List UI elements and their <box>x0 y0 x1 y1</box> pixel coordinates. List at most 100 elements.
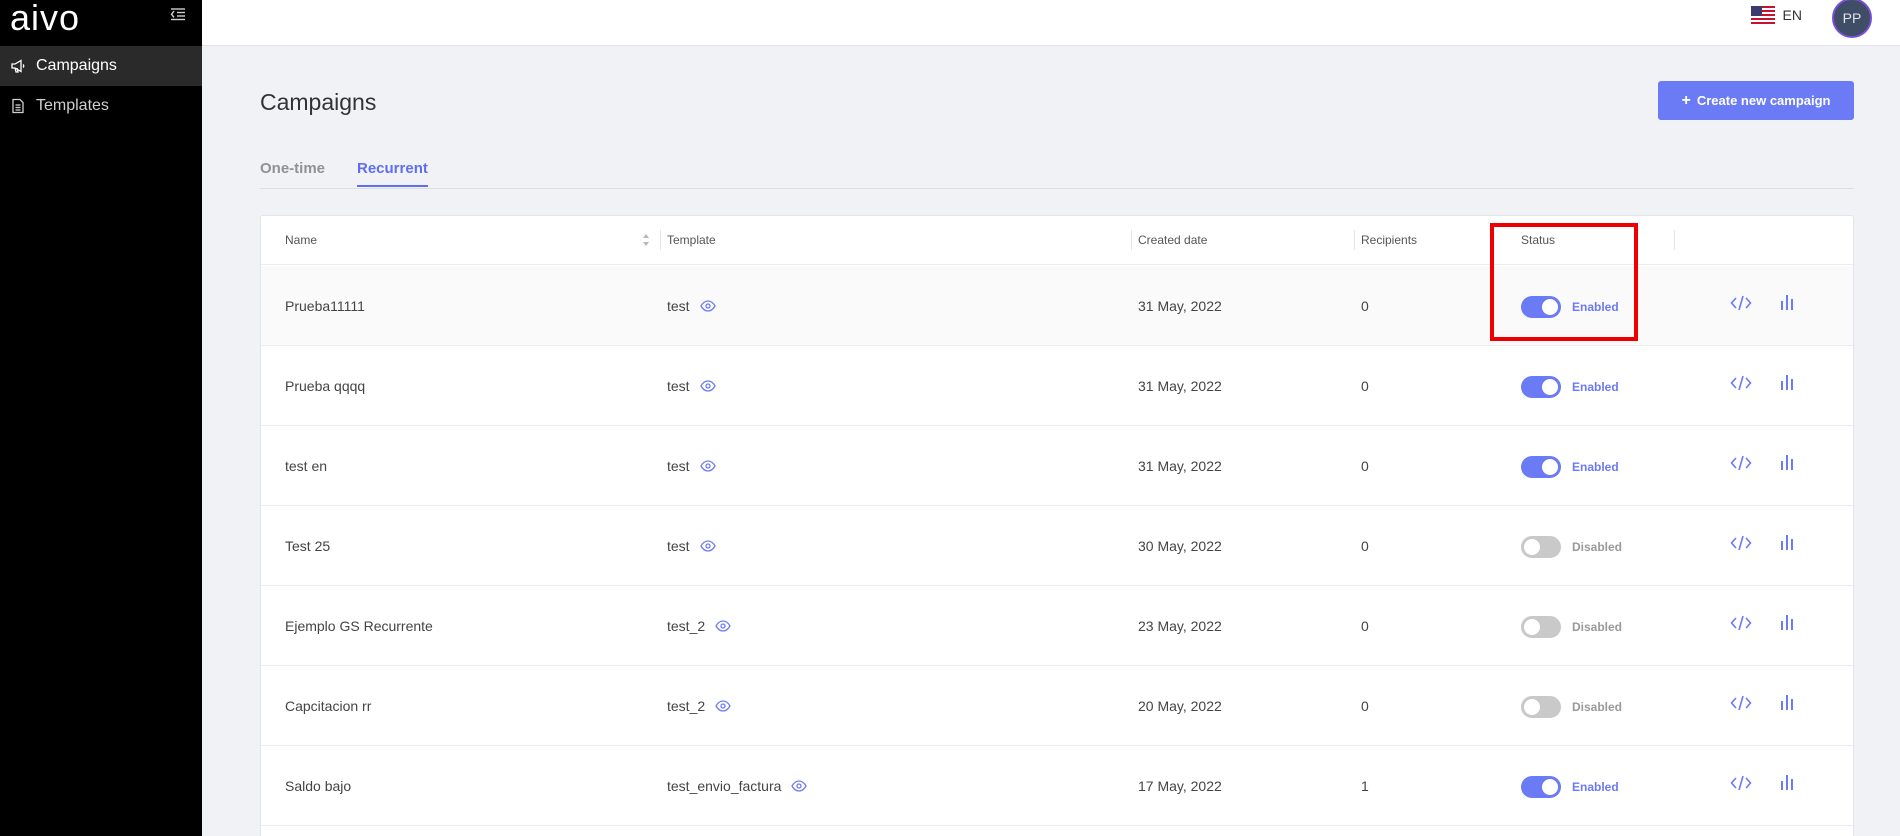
code-icon[interactable] <box>1730 294 1752 312</box>
template-name: test_envio_factura <box>667 778 782 794</box>
recipients-count: 0 <box>1361 458 1369 474</box>
status-label: Enabled <box>1572 300 1619 314</box>
column-divider <box>1131 230 1132 250</box>
table-row[interactable]: Saldo bajo test_envio_factura 17 May, 20… <box>261 746 1853 826</box>
sort-icon[interactable] <box>642 233 650 247</box>
us-flag-icon <box>1750 6 1775 24</box>
created-date: 30 May, 2022 <box>1138 538 1222 554</box>
column-header-created: Created date <box>1138 233 1208 247</box>
recipients-count: 0 <box>1361 698 1369 714</box>
collapse-menu-icon[interactable] <box>170 6 186 22</box>
column-divider <box>1354 230 1355 250</box>
template-cell: test <box>667 458 716 474</box>
campaign-name: Saldo bajo <box>285 778 352 794</box>
template-cell: test_2 <box>667 698 731 714</box>
status-label: Disabled <box>1572 620 1623 634</box>
document-icon <box>10 98 26 114</box>
status-label: Enabled <box>1572 780 1619 794</box>
bar-chart-icon[interactable] <box>1779 773 1795 791</box>
created-date: 31 May, 2022 <box>1138 378 1222 394</box>
table-row[interactable]: test en test 31 May, 2022 0 Enabled <box>261 426 1853 506</box>
created-date: 17 May, 2022 <box>1138 778 1222 794</box>
tab-one-time[interactable]: One-time <box>260 160 325 185</box>
tab-recurrent[interactable]: Recurrent <box>357 160 428 187</box>
template-cell: test_2 <box>667 618 731 634</box>
campaign-name: Prueba qqqq <box>285 378 366 394</box>
eye-icon[interactable] <box>699 540 716 552</box>
created-date: 31 May, 2022 <box>1138 298 1222 314</box>
table-row[interactable]: Prueba qqqq test 31 May, 2022 0 Enabled <box>261 346 1853 426</box>
toggle-knob <box>1542 299 1558 315</box>
code-icon[interactable] <box>1730 534 1752 552</box>
recipients-count: 0 <box>1361 538 1369 554</box>
eye-icon[interactable] <box>791 780 808 792</box>
campaign-name: Capcitacion rr <box>285 698 372 714</box>
bar-chart-icon[interactable] <box>1779 453 1795 471</box>
table-row[interactable]: Prueba11111 test 31 May, 2022 0 Enabled <box>261 266 1853 346</box>
template-name: test <box>667 458 690 474</box>
topbar: EN PP <box>202 0 1900 46</box>
campaign-tabs: One-time Recurrent <box>260 160 1854 189</box>
avatar[interactable]: PP <box>1832 0 1872 38</box>
eye-icon[interactable] <box>715 620 731 632</box>
bar-chart-icon[interactable] <box>1779 533 1795 551</box>
recipients-count: 0 <box>1361 298 1369 314</box>
template-cell: test <box>667 378 716 394</box>
eye-icon[interactable] <box>699 300 716 312</box>
table-header: Name Template Created date Recipients St… <box>261 216 1853 265</box>
campaign-name: test en <box>285 458 328 474</box>
table-row[interactable]: Capcitacion rr test_2 20 May, 2022 0 Dis… <box>261 666 1853 746</box>
status-toggle[interactable] <box>1521 456 1561 478</box>
sidebar-item-label: Templates <box>36 97 109 114</box>
template-cell: test <box>667 298 716 314</box>
status-toggle[interactable] <box>1521 696 1561 718</box>
template-name: test <box>667 538 690 554</box>
sidebar: aivo Campaigns Templates <box>0 0 202 836</box>
campaign-name: Test 25 <box>285 538 331 554</box>
sidebar-item-campaigns[interactable]: Campaigns <box>0 46 202 86</box>
status-toggle[interactable] <box>1521 776 1561 798</box>
toggle-knob <box>1542 379 1558 395</box>
eye-icon[interactable] <box>699 460 716 472</box>
campaign-name: Ejemplo GS Recurrente <box>285 618 433 634</box>
toggle-knob <box>1524 699 1540 715</box>
sidebar-item-label: Campaigns <box>36 57 117 74</box>
code-icon[interactable] <box>1730 774 1752 792</box>
eye-icon[interactable] <box>699 380 716 392</box>
status-toggle[interactable] <box>1521 376 1561 398</box>
megaphone-icon <box>10 58 26 74</box>
bar-chart-icon[interactable] <box>1779 293 1795 311</box>
code-icon[interactable] <box>1730 694 1752 712</box>
toggle-knob <box>1542 459 1558 475</box>
recipients-count: 0 <box>1361 378 1369 394</box>
sidebar-nav: Campaigns Templates <box>0 46 202 126</box>
sidebar-item-templates[interactable]: Templates <box>0 86 202 126</box>
column-divider <box>1491 230 1492 250</box>
table-row[interactable]: Ejemplo GS Recurrente test_2 23 May, 202… <box>261 586 1853 666</box>
column-header-status: Status <box>1521 233 1556 247</box>
template-name: test <box>667 378 690 394</box>
bar-chart-icon[interactable] <box>1779 613 1795 631</box>
eye-icon[interactable] <box>715 700 731 712</box>
template-cell: test_envio_factura <box>667 778 808 794</box>
create-campaign-button[interactable]: + Create new campaign <box>1658 81 1854 120</box>
code-icon[interactable] <box>1730 374 1752 392</box>
campaign-name: Prueba11111 <box>285 298 365 314</box>
column-header-name[interactable]: Name <box>285 233 317 247</box>
code-icon[interactable] <box>1730 614 1752 632</box>
code-icon[interactable] <box>1730 454 1752 472</box>
status-toggle[interactable] <box>1521 536 1561 558</box>
recipients-count: 1 <box>1361 778 1369 794</box>
created-date: 20 May, 2022 <box>1138 698 1222 714</box>
language-label: EN <box>1782 7 1802 23</box>
bar-chart-icon[interactable] <box>1779 373 1795 391</box>
table-row[interactable]: Test 25 test 30 May, 2022 0 Disabled <box>261 506 1853 586</box>
created-date: 23 May, 2022 <box>1138 618 1222 634</box>
bar-chart-icon[interactable] <box>1779 693 1795 711</box>
column-divider <box>660 230 661 250</box>
plus-icon: + <box>1681 91 1691 109</box>
status-toggle[interactable] <box>1521 616 1561 638</box>
template-cell: test <box>667 538 716 554</box>
status-toggle[interactable] <box>1521 296 1561 318</box>
language-selector[interactable]: EN <box>1750 6 1802 24</box>
